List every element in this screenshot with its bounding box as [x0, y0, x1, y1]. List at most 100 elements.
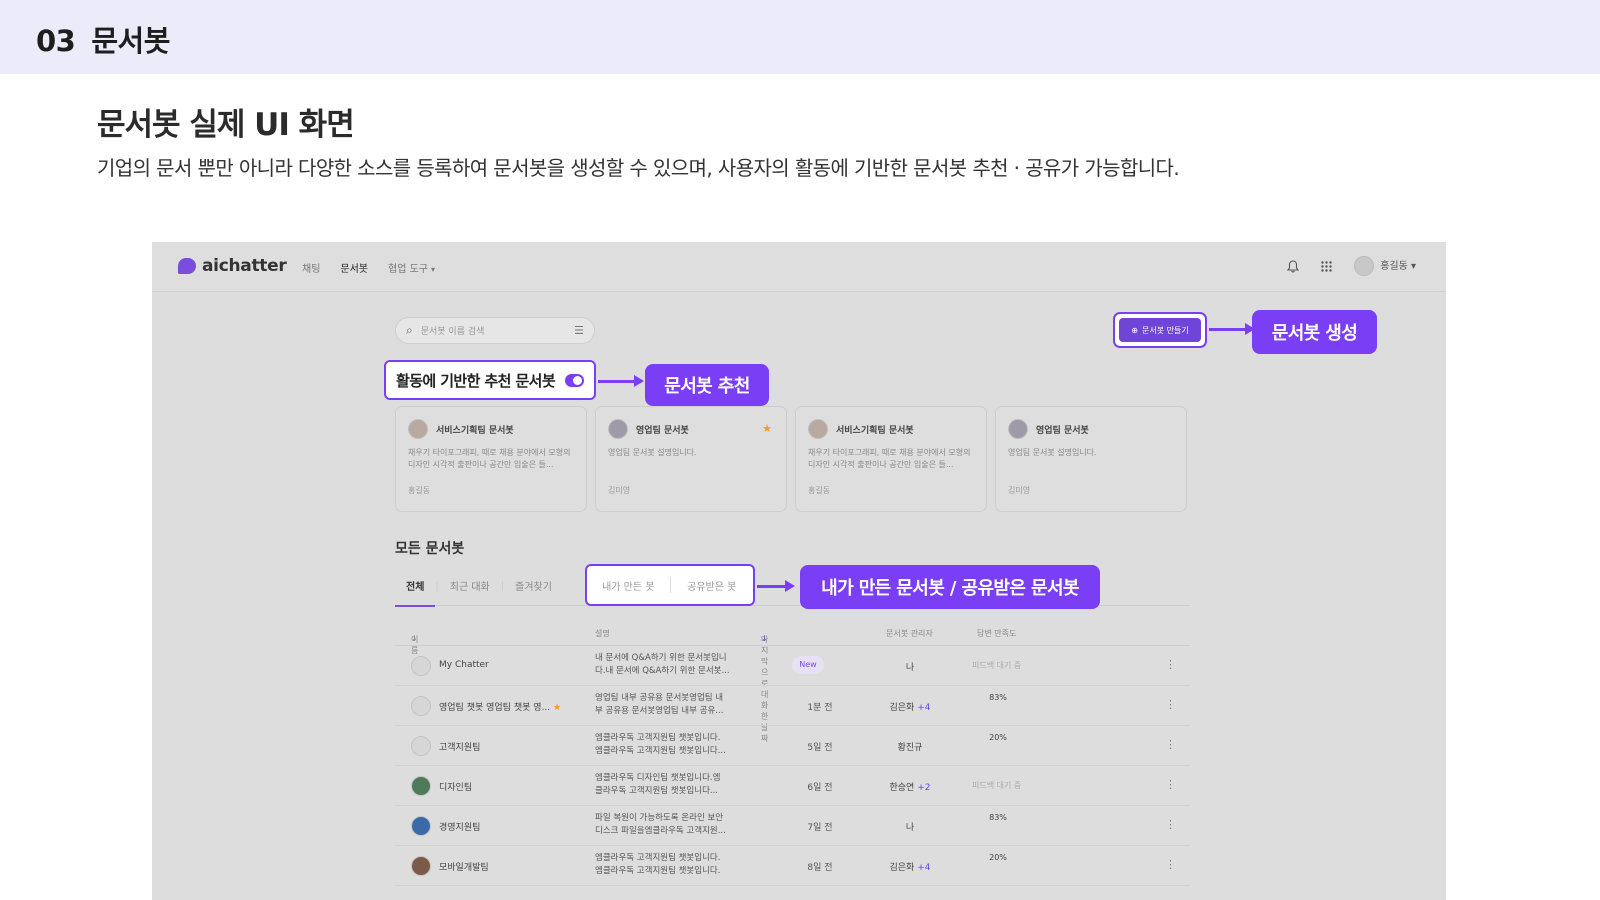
- recommend-label: 활동에 기반한 추천 문서봇: [396, 371, 556, 390]
- card-desc: 채우기 타이포그래피, 때로 채용 분야에서 모형의 디자인 시각적 출판이나 …: [808, 448, 971, 469]
- card-name: 서비스기획팀 문서봇: [436, 425, 514, 436]
- docbot-card[interactable]: 영업팀 문서봇 ★ 영업팀 문서봇 설명입니다. 김미영: [595, 406, 787, 512]
- row-desc-line: 부 공유용 문서봇영업팀 내부 공유...: [595, 706, 724, 716]
- recommend-toggle[interactable]: [565, 373, 584, 387]
- more-vertical-icon[interactable]: ⋮: [1165, 818, 1176, 831]
- row-manager-name: 황진규: [897, 743, 923, 753]
- bell-icon[interactable]: [1287, 259, 1300, 273]
- tab-my-bots[interactable]: 내가 만든 봇: [587, 578, 670, 593]
- row-manager-name: 한승연: [889, 783, 915, 793]
- docbot-card[interactable]: 서비스기획팀 문서봇 채우기 타이포그래피, 때로 채용 분야에서 모형의 디자…: [395, 406, 587, 512]
- nav-docbot[interactable]: 문서봇: [340, 260, 368, 275]
- card-owner: 홍길동: [808, 486, 831, 495]
- satisfaction-bar: 83%: [965, 693, 1031, 702]
- callout-create: 문서봇 생성: [1252, 310, 1377, 354]
- row-avatar: [411, 736, 431, 756]
- col-manager: 문서봇 관리자: [886, 629, 933, 638]
- row-desc: 파일 복원이 가능하도록 온라인 보안디스크 파일을엠클라우독 고객지원...: [595, 812, 735, 838]
- row-date: 7일 전: [807, 823, 833, 833]
- star-icon[interactable]: ★: [762, 422, 772, 435]
- search-placeholder: 문서봇 이름 검색: [420, 327, 485, 337]
- docbot-card[interactable]: 서비스기획팀 문서봇 채우기 타이포그래피, 때로 채용 분야에서 모형의 디자…: [795, 406, 987, 512]
- filter-icon[interactable]: ☰: [574, 324, 584, 337]
- tab-shared-bots[interactable]: 공유받은 봇: [671, 578, 754, 593]
- row-name: 경영지원팀: [439, 820, 480, 833]
- arrow-create: [1209, 323, 1255, 335]
- table-row[interactable]: 고객지원팀 엠클라우독 고객지원팀 챗봇입니다. 엠클라우독 고객지원팀 챗봇입니…: [395, 726, 1190, 766]
- row-name-text: 모바일개발팀: [439, 863, 489, 873]
- row-manager: 나: [875, 660, 945, 673]
- row-name-text: 영업팀 챗봇 영업팀 챗봇 영...: [439, 703, 551, 713]
- row-desc: 엠클라우독 디자인팀 챗봇입니다.엠 클라우독 고객지원팀 챗봇입니다...: [595, 772, 735, 798]
- row-manager-name: 나: [905, 663, 915, 673]
- docbot-card[interactable]: 영업팀 문서봇 영업팀 문서봇 설명입니다. 김미영: [995, 406, 1187, 512]
- card-avatar: [408, 419, 428, 439]
- table-row[interactable]: 경영지원팀 파일 복원이 가능하도록 온라인 보안디스크 파일을엠클라우독 고객…: [395, 806, 1190, 846]
- more-vertical-icon[interactable]: ⋮: [1165, 858, 1176, 871]
- row-satisfaction-pending: 피드백 대기 중: [972, 661, 1022, 670]
- table-row[interactable]: 모바일개발팀 엠클라우독 고객지원팀 챗봇입니다. 엠클라우독 고객지원팀 챗봇입…: [395, 846, 1190, 886]
- more-vertical-icon[interactable]: ⋮: [1165, 778, 1176, 791]
- row-date: 8일 전: [807, 863, 833, 873]
- row-date: 1분 전: [807, 703, 833, 713]
- app-screenshot: aichatter 채팅 문서봇 협업 도구 ▾ 홍길동 ▾ ⌕ 문서봇 이름 검…: [152, 242, 1446, 900]
- main-nav: 채팅 문서봇 협업 도구 ▾: [302, 260, 435, 275]
- recommend-toggle-highlight: 활동에 기반한 추천 문서봇: [384, 360, 596, 400]
- row-desc-line: 엠클라우독 고객지원팀 챗봇입니다.: [595, 733, 721, 743]
- card-name: 영업팀 문서봇: [1036, 425, 1089, 436]
- row-manager: 나: [875, 820, 945, 833]
- row-avatar: [411, 816, 431, 836]
- row-desc-line: 파일 복원이 가능하도록 온라인 보안: [595, 813, 724, 823]
- tab-favorites[interactable]: 즐겨찾기: [504, 578, 563, 606]
- callout-shared: 내가 만든 문서봇 / 공유받은 문서봇: [800, 565, 1100, 609]
- page-headline: 문서봇 실제 UI 화면: [97, 107, 355, 143]
- row-desc: 영업팀 내부 공유용 문서봇영업팀 내부 공유용 문서봇영업팀 내부 공유...: [595, 692, 735, 718]
- plus-circle-icon: ⊕: [1131, 325, 1138, 335]
- row-avatar: [411, 656, 431, 676]
- row-desc-line: 엠클라우독 고객지원팀 챗봇입니다.: [595, 866, 721, 876]
- user-avatar: [1354, 256, 1375, 276]
- row-name: 고객지원팀: [439, 740, 480, 753]
- arrow-shared: [757, 580, 795, 592]
- row-name-text: 디자인팀: [439, 783, 473, 793]
- tab-recent[interactable]: 최근 대화: [439, 578, 501, 606]
- row-manager-name: 김은화: [889, 703, 915, 713]
- more-vertical-icon[interactable]: ⋮: [1165, 658, 1176, 671]
- create-docbot-button[interactable]: ⊕ 문서봇 만들기: [1119, 318, 1201, 342]
- star-icon[interactable]: ★: [553, 703, 561, 713]
- more-vertical-icon[interactable]: ⋮: [1165, 738, 1176, 751]
- row-manager: 황진규: [875, 740, 945, 753]
- nav-chat[interactable]: 채팅: [302, 260, 320, 275]
- row-manager: 한승연 +2: [875, 780, 945, 793]
- chevron-down-icon: ▾: [431, 265, 436, 274]
- tab-all[interactable]: 전체: [395, 578, 436, 607]
- app-header: aichatter 채팅 문서봇 협업 도구 ▾ 홍길동 ▾: [152, 242, 1446, 292]
- row-manager-extra: +4: [917, 703, 931, 713]
- table-row[interactable]: My Chatter 내 문서에 Q&A하기 위한 문서봇입니 다.내 문서에 Q…: [395, 646, 1190, 686]
- card-avatar: [608, 419, 628, 439]
- section-name: 문서봇: [91, 24, 170, 58]
- card-owner: 홍길동: [408, 486, 431, 495]
- card-owner: 김미영: [608, 486, 631, 495]
- nav-collab-tools[interactable]: 협업 도구 ▾: [388, 260, 435, 275]
- row-manager-name: 김은화: [889, 863, 915, 873]
- more-vertical-icon[interactable]: ⋮: [1165, 698, 1176, 711]
- row-avatar: [411, 696, 431, 716]
- card-desc: 채우기 타이포그래피, 때로 채용 분야에서 모형의 디자인 시각적 출판이나 …: [408, 448, 571, 469]
- card-name: 서비스기획팀 문서봇: [836, 425, 914, 436]
- table-row[interactable]: 영업팀 챗봇 영업팀 챗봇 영... ★ 영업팀 내부 공유용 문서봇영업팀 내부…: [395, 686, 1190, 726]
- recommended-cards: 서비스기획팀 문서봇 채우기 타이포그래피, 때로 채용 분야에서 모형의 디자…: [395, 406, 1187, 512]
- row-name: My Chatter: [439, 660, 489, 670]
- row-desc: 엠클라우독 고객지원팀 챗봇입니다. 엠클라우독 고객지원팀 챗봇입니다.: [595, 852, 735, 878]
- row-name: 영업팀 챗봇 영업팀 챗봇 영... ★: [439, 700, 561, 713]
- table-row[interactable]: 디자인팀 엠클라우독 디자인팀 챗봇입니다.엠 클라우독 고객지원팀 챗봇입니다.…: [395, 766, 1190, 806]
- user-menu[interactable]: 홍길동 ▾: [1354, 256, 1416, 276]
- new-badge: New: [792, 656, 824, 674]
- app-logo[interactable]: aichatter: [178, 256, 287, 276]
- search-input[interactable]: ⌕ 문서봇 이름 검색 ☰: [395, 317, 595, 344]
- app-grid-icon[interactable]: [1321, 260, 1332, 272]
- row-manager-extra: +2: [917, 783, 931, 793]
- row-desc: 엠클라우독 고객지원팀 챗봇입니다. 엠클라우독 고객지원팀 챗봇입니다...: [595, 732, 735, 758]
- row-desc-line: 디스크 파일을엠클라우독 고객지원...: [595, 826, 726, 836]
- card-owner: 김미영: [1008, 486, 1031, 495]
